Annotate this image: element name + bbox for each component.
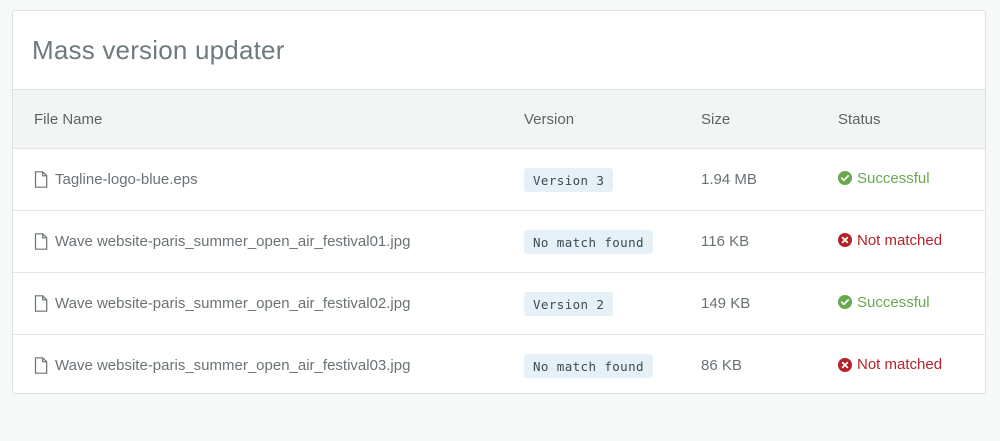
file-name[interactable]: Wave website-paris_summer_open_air_festi… [55,295,410,312]
document-icon [34,295,48,312]
table-row[interactable]: Wave website-paris_summer_open_air_festi… [13,210,985,273]
table-row[interactable]: Tagline-logo-blue.eps Version 3 1.94 MB Suc… [13,148,985,211]
size-cell: 1.94 MB [700,148,837,211]
check-circle-icon [838,171,857,186]
size-cell: 86 KB [701,357,742,375]
status-cell: Successful [837,148,985,211]
version-badge: No match found [524,229,653,254]
file-name[interactable]: Wave website-paris_summer_open_air_festi… [55,233,410,250]
file-entry[interactable]: Wave website-paris_summer_open_air_festi… [34,357,522,374]
mass-version-updater-card: Mass version updater File Name Version S… [12,10,986,394]
file-name-cell: Wave website-paris_summer_open_air_festi… [13,335,523,394]
page-title: Mass version updater [32,34,285,65]
size-cell: 149 KB [700,272,837,335]
status-text: Successful [857,169,930,187]
file-entry[interactable]: Tagline-logo-blue.eps [34,171,522,188]
version-cell: No match found [523,335,700,394]
column-header-size[interactable]: Size [700,89,837,149]
version-cell: No match found [523,210,700,273]
file-entry[interactable]: Wave website-paris_summer_open_air_festi… [34,233,522,250]
check-circle-icon [838,295,857,310]
file-name[interactable]: Tagline-logo-blue.eps [55,171,198,188]
x-circle-icon [838,357,857,372]
version-cell: Version 2 [523,272,700,335]
document-icon [34,233,48,250]
table-header-row: File Name Version Size Status [13,89,985,149]
column-header-status[interactable]: Status [837,89,985,149]
version-badge: Version 2 [524,291,614,316]
document-icon [34,171,48,188]
status-text: Not matched [857,231,943,249]
status-indicator: Successful [838,170,930,187]
file-name-cell: Tagline-logo-blue.eps [13,148,523,211]
status-cell: Not matched [837,335,985,394]
status-text: Not matched [857,356,943,373]
file-name-cell: Wave website-paris_summer_open_air_festi… [13,210,523,273]
table-row[interactable]: Wave website-paris_summer_open_air_festi… [13,335,985,394]
file-name[interactable]: Wave website-paris_summer_open_air_festi… [55,357,410,374]
size-cell: 116 KB [700,210,837,273]
card-header: Mass version updater [13,11,985,89]
x-circle-icon [838,233,857,248]
column-header-file-name[interactable]: File Name [13,89,523,149]
status-indicator: Successful [838,294,930,311]
files-table: File Name Version Size Status Tagline-lo… [13,89,985,394]
column-header-version[interactable]: Version [523,89,700,149]
table-row[interactable]: Wave website-paris_summer_open_air_festi… [13,272,985,335]
version-cell: Version 3 [523,148,700,211]
version-badge: No match found [524,353,653,378]
document-icon [34,357,48,375]
status-cell: Successful [837,272,985,335]
version-badge: Version 3 [524,167,614,192]
file-name-cell: Wave website-paris_summer_open_air_festi… [13,272,523,335]
file-entry[interactable]: Wave website-paris_summer_open_air_festi… [34,295,522,312]
status-cell: Not matched [837,210,985,273]
status-indicator: Not matched [838,232,942,249]
status-text: Successful [857,293,930,311]
status-indicator: Not matched [838,356,942,373]
